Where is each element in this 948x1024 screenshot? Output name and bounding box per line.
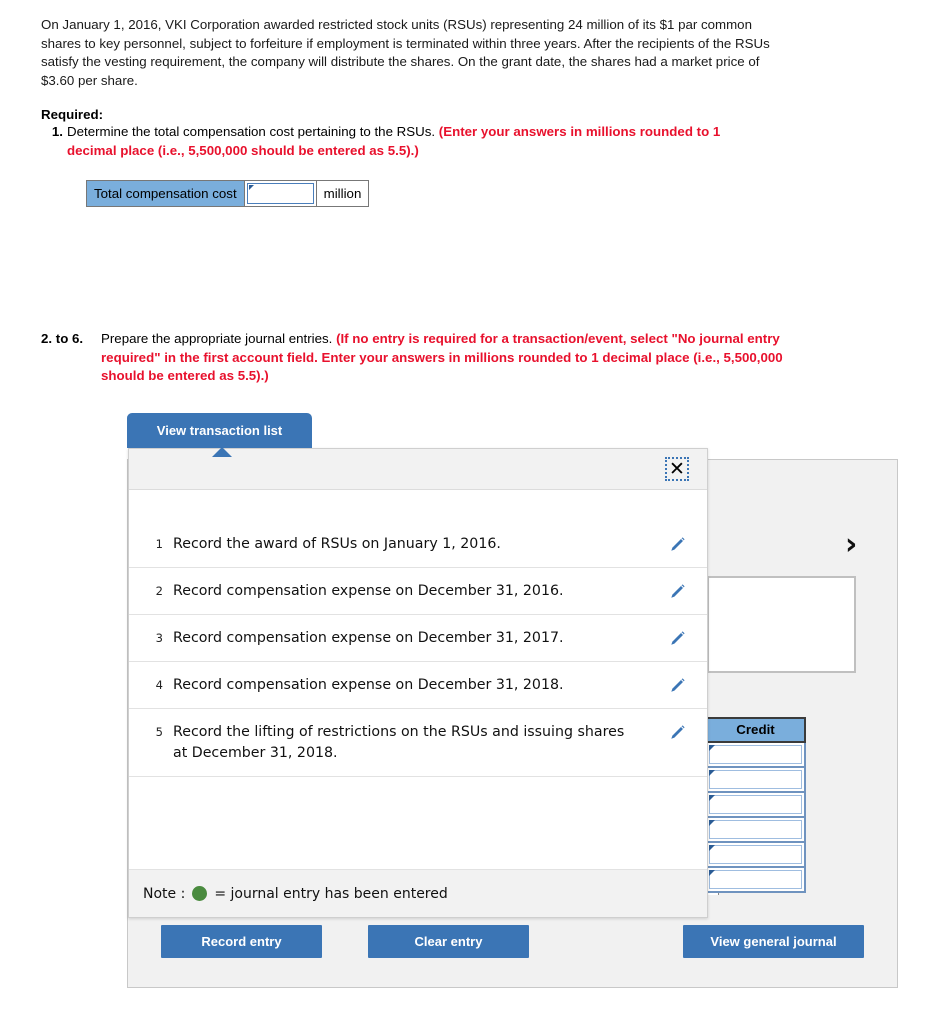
table-row: Total compensation cost million: [86, 180, 370, 207]
transaction-number: 5: [155, 725, 163, 739]
transaction-description: Record the award of RSUs on January 1, 2…: [173, 536, 501, 552]
credit-input-cell[interactable]: [705, 868, 806, 893]
transaction-row[interactable]: 2 Record compensation expense on Decembe…: [129, 568, 707, 615]
credit-input[interactable]: [709, 820, 802, 839]
pencil-icon[interactable]: [647, 722, 707, 743]
journal-account-field-box[interactable]: [707, 576, 856, 673]
credit-input-cell[interactable]: [705, 793, 806, 818]
requirement-1-number: 1.: [51, 124, 63, 139]
tab-view-transaction-list[interactable]: View transaction list: [127, 413, 312, 457]
green-dot-icon: [192, 886, 208, 901]
pencil-icon[interactable]: [647, 628, 707, 649]
total-compensation-cost-input-cell[interactable]: [243, 180, 317, 207]
cell-corner-marker-icon: [709, 795, 715, 801]
credit-input-cell[interactable]: [705, 843, 806, 868]
requirement-2-to-6: 2. to 6. Prepare the appropriate journal…: [41, 330, 801, 386]
record-entry-button[interactable]: Record entry: [161, 925, 322, 958]
transaction-list-modal: ✕ 1 Record the award of RSUs on January …: [128, 448, 708, 918]
transaction-description: Record compensation expense on December …: [173, 583, 564, 599]
credit-column: Credit: [705, 717, 806, 893]
close-icon[interactable]: ✕: [665, 457, 689, 481]
transaction-row[interactable]: 4 Record compensation expense on Decembe…: [129, 662, 707, 709]
transaction-row[interactable]: 3 Record compensation expense on Decembe…: [129, 615, 707, 662]
total-compensation-cost-label: Total compensation cost: [86, 180, 245, 207]
total-compensation-cost-table: Total compensation cost million: [86, 180, 370, 207]
total-compensation-cost-input[interactable]: [246, 183, 314, 204]
cell-corner-marker-icon: [709, 845, 715, 851]
cell-corner-marker-icon: [709, 870, 715, 876]
requirement-1: 1. Determine the total compensation cost …: [41, 123, 783, 160]
requirement-2-to-6-text: Prepare the appropriate journal entries.: [101, 331, 337, 346]
total-compensation-cost-unit: million: [315, 180, 370, 207]
transaction-number: 4: [155, 678, 163, 692]
pencil-icon[interactable]: [647, 534, 707, 555]
credit-input-cell[interactable]: [705, 768, 806, 793]
tab-notch-icon: [212, 447, 232, 457]
credit-input-cell[interactable]: [705, 743, 806, 768]
view-general-journal-button[interactable]: View general journal: [683, 925, 864, 958]
required-heading: Required:: [41, 107, 104, 122]
transaction-description: Record compensation expense on December …: [173, 630, 564, 646]
tab-view-transaction-list-label: View transaction list: [156, 423, 283, 438]
transaction-number: 3: [155, 631, 163, 645]
credit-input[interactable]: [709, 795, 802, 814]
cell-corner-marker-icon: [709, 820, 715, 826]
requirement-2-to-6-number: 2. to 6.: [41, 331, 84, 346]
clear-entry-button[interactable]: Clear entry: [368, 925, 529, 958]
credit-input[interactable]: [709, 745, 802, 764]
transaction-description: Record compensation expense on December …: [173, 677, 564, 693]
transaction-list: 1 Record the award of RSUs on January 1,…: [129, 490, 707, 869]
transaction-number: 1: [155, 537, 163, 551]
credit-input[interactable]: [709, 845, 802, 864]
transaction-row[interactable]: 5 Record the lifting of restrictions on …: [129, 709, 707, 777]
modal-note: Note : = journal entry has been entered: [129, 869, 707, 917]
transaction-description: Record the lifting of restrictions on th…: [173, 724, 625, 761]
chevron-right-icon[interactable]: ›: [845, 530, 857, 560]
pencil-icon[interactable]: [647, 581, 707, 602]
credit-input[interactable]: [709, 870, 802, 889]
modal-note-suffix: = journal entry has been entered: [214, 885, 448, 902]
credit-column-header: Credit: [705, 717, 806, 743]
transaction-number: 2: [155, 584, 163, 598]
modal-note-prefix: Note :: [143, 885, 186, 902]
requirement-1-text: Determine the total compensation cost pe…: [67, 124, 439, 139]
cell-corner-marker-icon: [709, 745, 715, 751]
cell-corner-marker-icon: [709, 770, 715, 776]
credit-input-cell[interactable]: [705, 818, 806, 843]
transaction-row[interactable]: 1 Record the award of RSUs on January 1,…: [129, 521, 707, 568]
transaction-list-spacer: [129, 490, 707, 521]
problem-statement: On January 1, 2016, VKI Corporation awar…: [41, 17, 770, 88]
cell-corner-marker-icon: [248, 185, 254, 190]
pencil-icon[interactable]: [647, 675, 707, 696]
credit-input[interactable]: [709, 770, 802, 789]
